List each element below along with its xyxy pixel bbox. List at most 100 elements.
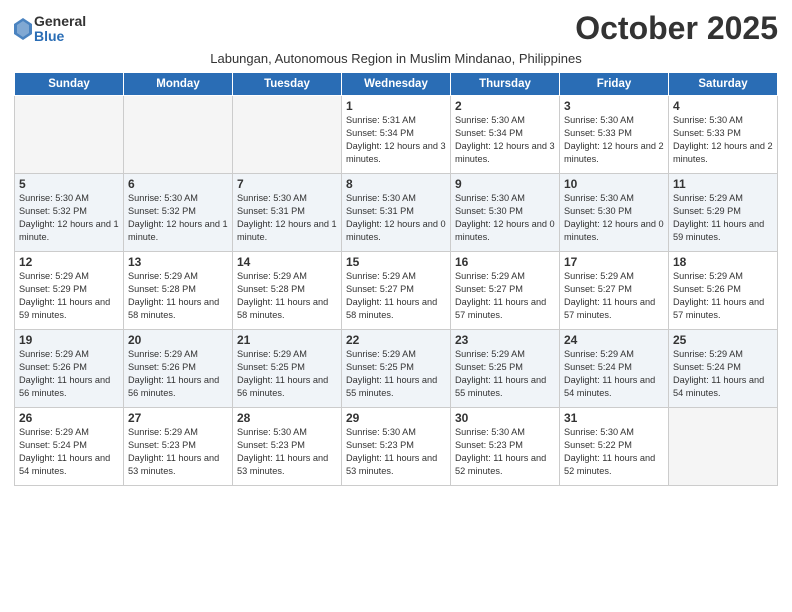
day-info: Sunrise: 5:30 AM Sunset: 5:23 PM Dayligh… xyxy=(455,426,555,478)
day-info: Sunrise: 5:29 AM Sunset: 5:28 PM Dayligh… xyxy=(237,270,337,322)
calendar-cell: 21Sunrise: 5:29 AM Sunset: 5:25 PM Dayli… xyxy=(233,330,342,408)
day-number: 20 xyxy=(128,333,228,347)
day-number: 7 xyxy=(237,177,337,191)
day-info: Sunrise: 5:29 AM Sunset: 5:29 PM Dayligh… xyxy=(673,192,773,244)
day-number: 29 xyxy=(346,411,446,425)
day-header-thursday: Thursday xyxy=(451,73,560,96)
day-info: Sunrise: 5:30 AM Sunset: 5:33 PM Dayligh… xyxy=(673,114,773,166)
calendar-cell: 9Sunrise: 5:30 AM Sunset: 5:30 PM Daylig… xyxy=(451,174,560,252)
day-number: 12 xyxy=(19,255,119,269)
subtitle: Labungan, Autonomous Region in Muslim Mi… xyxy=(14,51,778,66)
calendar-cell: 7Sunrise: 5:30 AM Sunset: 5:31 PM Daylig… xyxy=(233,174,342,252)
calendar-cell: 18Sunrise: 5:29 AM Sunset: 5:26 PM Dayli… xyxy=(669,252,778,330)
calendar-week-3: 12Sunrise: 5:29 AM Sunset: 5:29 PM Dayli… xyxy=(15,252,778,330)
calendar-cell: 8Sunrise: 5:30 AM Sunset: 5:31 PM Daylig… xyxy=(342,174,451,252)
day-header-tuesday: Tuesday xyxy=(233,73,342,96)
day-info: Sunrise: 5:29 AM Sunset: 5:27 PM Dayligh… xyxy=(455,270,555,322)
day-number: 16 xyxy=(455,255,555,269)
calendar-cell: 12Sunrise: 5:29 AM Sunset: 5:29 PM Dayli… xyxy=(15,252,124,330)
day-info: Sunrise: 5:30 AM Sunset: 5:34 PM Dayligh… xyxy=(455,114,555,166)
calendar-cell: 6Sunrise: 5:30 AM Sunset: 5:32 PM Daylig… xyxy=(124,174,233,252)
calendar-cell: 2Sunrise: 5:30 AM Sunset: 5:34 PM Daylig… xyxy=(451,96,560,174)
day-number: 3 xyxy=(564,99,664,113)
month-title: October 2025 xyxy=(575,10,778,47)
calendar-cell: 23Sunrise: 5:29 AM Sunset: 5:25 PM Dayli… xyxy=(451,330,560,408)
calendar-cell: 28Sunrise: 5:30 AM Sunset: 5:23 PM Dayli… xyxy=(233,408,342,486)
calendar-cell: 30Sunrise: 5:30 AM Sunset: 5:23 PM Dayli… xyxy=(451,408,560,486)
day-number: 26 xyxy=(19,411,119,425)
day-number: 27 xyxy=(128,411,228,425)
day-header-monday: Monday xyxy=(124,73,233,96)
day-number: 4 xyxy=(673,99,773,113)
calendar-week-4: 19Sunrise: 5:29 AM Sunset: 5:26 PM Dayli… xyxy=(15,330,778,408)
day-number: 1 xyxy=(346,99,446,113)
day-header-saturday: Saturday xyxy=(669,73,778,96)
day-number: 15 xyxy=(346,255,446,269)
calendar-cell: 1Sunrise: 5:31 AM Sunset: 5:34 PM Daylig… xyxy=(342,96,451,174)
day-number: 11 xyxy=(673,177,773,191)
day-number: 22 xyxy=(346,333,446,347)
calendar-cell: 31Sunrise: 5:30 AM Sunset: 5:22 PM Dayli… xyxy=(560,408,669,486)
day-number: 25 xyxy=(673,333,773,347)
calendar-cell: 20Sunrise: 5:29 AM Sunset: 5:26 PM Dayli… xyxy=(124,330,233,408)
logo-icon xyxy=(14,18,32,40)
calendar-cell: 10Sunrise: 5:30 AM Sunset: 5:30 PM Dayli… xyxy=(560,174,669,252)
day-info: Sunrise: 5:30 AM Sunset: 5:31 PM Dayligh… xyxy=(346,192,446,244)
day-info: Sunrise: 5:29 AM Sunset: 5:24 PM Dayligh… xyxy=(564,348,664,400)
calendar-cell: 27Sunrise: 5:29 AM Sunset: 5:23 PM Dayli… xyxy=(124,408,233,486)
day-number: 9 xyxy=(455,177,555,191)
day-info: Sunrise: 5:30 AM Sunset: 5:33 PM Dayligh… xyxy=(564,114,664,166)
calendar-cell: 19Sunrise: 5:29 AM Sunset: 5:26 PM Dayli… xyxy=(15,330,124,408)
day-number: 31 xyxy=(564,411,664,425)
calendar-week-5: 26Sunrise: 5:29 AM Sunset: 5:24 PM Dayli… xyxy=(15,408,778,486)
day-info: Sunrise: 5:30 AM Sunset: 5:31 PM Dayligh… xyxy=(237,192,337,244)
day-number: 17 xyxy=(564,255,664,269)
calendar-cell xyxy=(669,408,778,486)
day-number: 30 xyxy=(455,411,555,425)
calendar-cell: 17Sunrise: 5:29 AM Sunset: 5:27 PM Dayli… xyxy=(560,252,669,330)
logo-text: General Blue xyxy=(34,14,86,45)
day-info: Sunrise: 5:29 AM Sunset: 5:27 PM Dayligh… xyxy=(346,270,446,322)
day-info: Sunrise: 5:29 AM Sunset: 5:29 PM Dayligh… xyxy=(19,270,119,322)
day-info: Sunrise: 5:29 AM Sunset: 5:24 PM Dayligh… xyxy=(19,426,119,478)
day-info: Sunrise: 5:29 AM Sunset: 5:26 PM Dayligh… xyxy=(128,348,228,400)
day-info: Sunrise: 5:29 AM Sunset: 5:24 PM Dayligh… xyxy=(673,348,773,400)
day-number: 8 xyxy=(346,177,446,191)
calendar-cell: 11Sunrise: 5:29 AM Sunset: 5:29 PM Dayli… xyxy=(669,174,778,252)
day-number: 10 xyxy=(564,177,664,191)
day-number: 21 xyxy=(237,333,337,347)
day-number: 23 xyxy=(455,333,555,347)
calendar-cell: 15Sunrise: 5:29 AM Sunset: 5:27 PM Dayli… xyxy=(342,252,451,330)
calendar-cell: 26Sunrise: 5:29 AM Sunset: 5:24 PM Dayli… xyxy=(15,408,124,486)
day-header-friday: Friday xyxy=(560,73,669,96)
day-info: Sunrise: 5:30 AM Sunset: 5:32 PM Dayligh… xyxy=(19,192,119,244)
logo-general: General xyxy=(34,14,86,29)
calendar-cell xyxy=(124,96,233,174)
header-row-days: SundayMondayTuesdayWednesdayThursdayFrid… xyxy=(15,73,778,96)
day-info: Sunrise: 5:30 AM Sunset: 5:30 PM Dayligh… xyxy=(455,192,555,244)
day-info: Sunrise: 5:31 AM Sunset: 5:34 PM Dayligh… xyxy=(346,114,446,166)
day-info: Sunrise: 5:29 AM Sunset: 5:25 PM Dayligh… xyxy=(455,348,555,400)
day-number: 18 xyxy=(673,255,773,269)
day-info: Sunrise: 5:29 AM Sunset: 5:26 PM Dayligh… xyxy=(19,348,119,400)
calendar-container: General Blue October 2025 Labungan, Auto… xyxy=(0,0,792,494)
calendar-cell: 29Sunrise: 5:30 AM Sunset: 5:23 PM Dayli… xyxy=(342,408,451,486)
calendar-cell: 25Sunrise: 5:29 AM Sunset: 5:24 PM Dayli… xyxy=(669,330,778,408)
calendar-week-1: 1Sunrise: 5:31 AM Sunset: 5:34 PM Daylig… xyxy=(15,96,778,174)
day-info: Sunrise: 5:30 AM Sunset: 5:30 PM Dayligh… xyxy=(564,192,664,244)
day-info: Sunrise: 5:29 AM Sunset: 5:25 PM Dayligh… xyxy=(346,348,446,400)
calendar-cell: 24Sunrise: 5:29 AM Sunset: 5:24 PM Dayli… xyxy=(560,330,669,408)
day-info: Sunrise: 5:30 AM Sunset: 5:32 PM Dayligh… xyxy=(128,192,228,244)
day-info: Sunrise: 5:29 AM Sunset: 5:28 PM Dayligh… xyxy=(128,270,228,322)
day-header-sunday: Sunday xyxy=(15,73,124,96)
calendar-cell xyxy=(233,96,342,174)
day-number: 6 xyxy=(128,177,228,191)
calendar-cell: 4Sunrise: 5:30 AM Sunset: 5:33 PM Daylig… xyxy=(669,96,778,174)
calendar-cell: 22Sunrise: 5:29 AM Sunset: 5:25 PM Dayli… xyxy=(342,330,451,408)
calendar-cell xyxy=(15,96,124,174)
calendar-cell: 5Sunrise: 5:30 AM Sunset: 5:32 PM Daylig… xyxy=(15,174,124,252)
day-info: Sunrise: 5:29 AM Sunset: 5:26 PM Dayligh… xyxy=(673,270,773,322)
day-info: Sunrise: 5:30 AM Sunset: 5:23 PM Dayligh… xyxy=(346,426,446,478)
logo: General Blue xyxy=(14,14,86,45)
calendar-cell: 16Sunrise: 5:29 AM Sunset: 5:27 PM Dayli… xyxy=(451,252,560,330)
